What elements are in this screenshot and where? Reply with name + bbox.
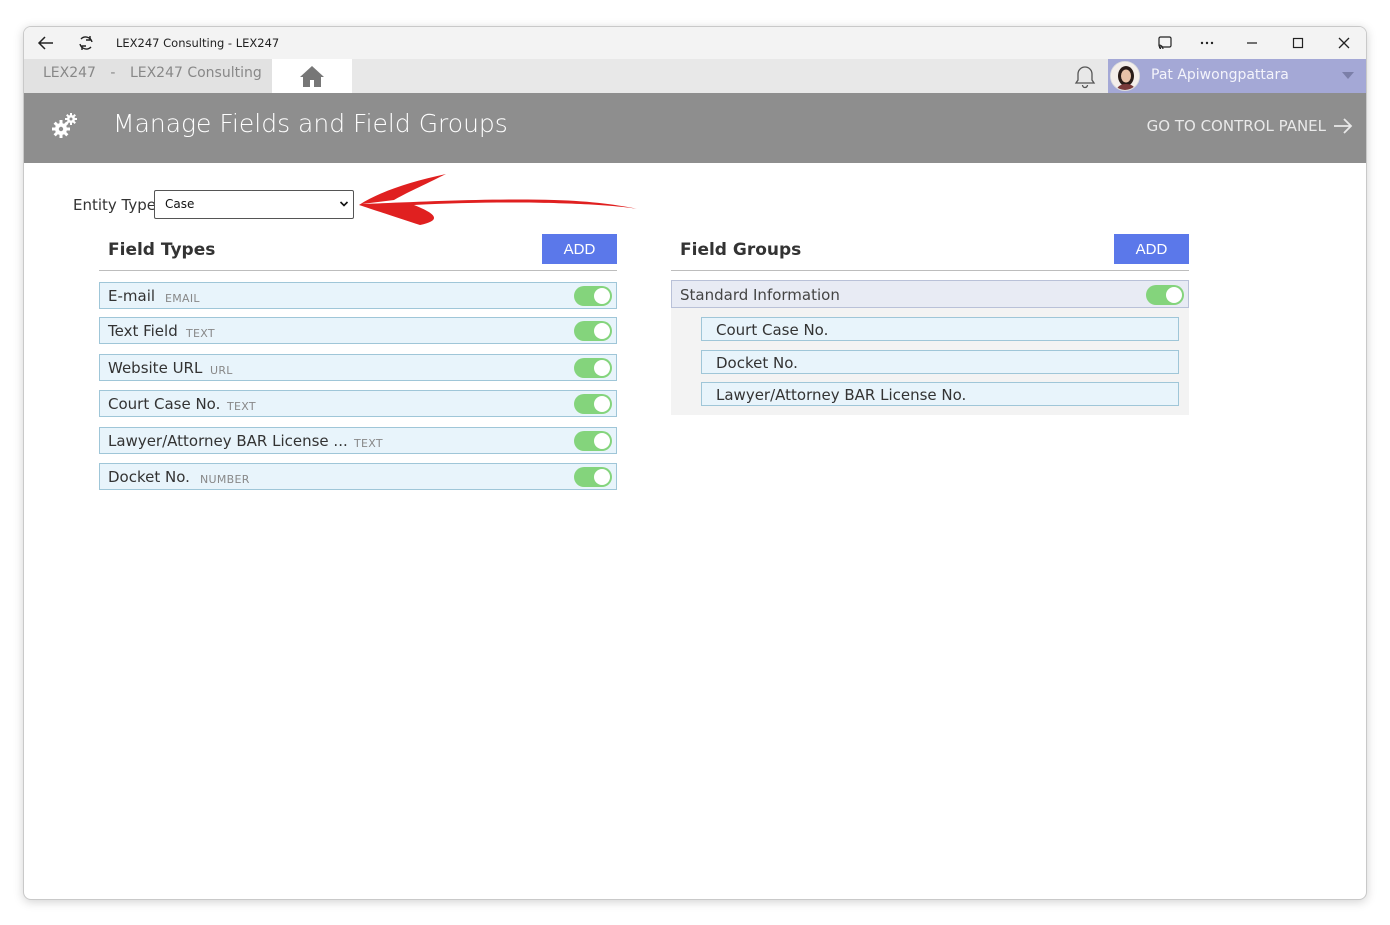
field-group-card: Standard Information Court Case No. Dock… [671, 280, 1189, 415]
field-type-toggle[interactable] [574, 467, 612, 487]
field-group-toggle[interactable] [1146, 285, 1184, 305]
nav-bar: LEX247 - LEX247 Consulting Pat Apiwongpa… [24, 59, 1366, 93]
bell-icon[interactable] [1072, 64, 1098, 90]
go-to-control-panel-link[interactable]: GO TO CONTROL PANEL [1147, 116, 1354, 136]
toggle-knob [594, 469, 610, 485]
field-type-name: Court Case No. [108, 395, 221, 413]
back-arrow-icon[interactable] [36, 33, 56, 53]
breadcrumb-org[interactable]: LEX247 Consulting [130, 65, 262, 81]
page-header: Manage Fields and Field Groups GO TO CON… [24, 93, 1366, 163]
home-icon [300, 66, 324, 87]
breadcrumb-app[interactable]: LEX247 [43, 65, 96, 81]
field-type-row[interactable]: Lawyer/Attorney BAR License ... TEXT [99, 427, 617, 454]
go-to-control-panel-label: GO TO CONTROL PANEL [1146, 117, 1326, 135]
page-title: Manage Fields and Field Groups [113, 109, 508, 138]
field-type-kind: NUMBER [200, 473, 250, 486]
entity-type-value: Case [165, 197, 195, 211]
toggle-knob [594, 360, 610, 376]
field-type-toggle[interactable] [574, 431, 612, 451]
field-type-kind: TEXT [227, 400, 256, 413]
app-window: LEX247 Consulting - LEX247 LEX247 - LEX2… [23, 26, 1367, 900]
field-group-header[interactable]: Standard Information [671, 280, 1189, 308]
more-options-icon[interactable] [1196, 33, 1218, 53]
field-type-row[interactable]: Docket No. NUMBER [99, 463, 617, 490]
field-type-toggle[interactable] [574, 321, 612, 341]
field-type-toggle[interactable] [574, 394, 612, 414]
breadcrumb-separator: - [110, 65, 116, 81]
field-type-name: E-mail [108, 287, 156, 305]
annotation-arrow-icon [359, 174, 638, 225]
chevron-down-icon [339, 201, 349, 207]
toggle-knob [594, 288, 610, 304]
arrow-right-icon [1334, 118, 1353, 134]
entity-type-select[interactable]: Case [154, 190, 354, 219]
gears-icon [50, 111, 80, 141]
field-type-name: Website URL [108, 359, 203, 377]
close-icon[interactable] [1333, 33, 1355, 53]
breadcrumb: LEX247 - LEX247 Consulting [24, 59, 272, 93]
toggle-knob [594, 396, 610, 412]
refresh-icon[interactable] [76, 33, 96, 53]
maximize-icon[interactable] [1287, 33, 1309, 53]
field-group-item-label: Docket No. [716, 354, 798, 372]
field-group-item[interactable]: Court Case No. [701, 317, 1179, 341]
field-types-title: Field Types [108, 240, 216, 260]
field-group-item[interactable]: Lawyer/Attorney BAR License No. [701, 382, 1179, 406]
field-type-toggle[interactable] [574, 358, 612, 378]
field-type-kind: TEXT [354, 437, 383, 450]
toggle-knob [1166, 287, 1182, 303]
field-type-row[interactable]: Website URL URL [99, 354, 617, 381]
field-type-toggle[interactable] [574, 286, 612, 306]
field-type-name: Lawyer/Attorney BAR License ... [108, 432, 348, 450]
entity-type-label: Entity Type [73, 196, 157, 214]
divider [671, 270, 1189, 271]
add-field-group-button[interactable]: ADD [1114, 234, 1189, 264]
add-field-type-button[interactable]: ADD [542, 234, 617, 264]
field-type-row[interactable]: Text Field TEXT [99, 317, 617, 344]
field-groups-title: Field Groups [680, 240, 802, 260]
field-type-kind: URL [210, 364, 233, 377]
field-group-item[interactable]: Docket No. [701, 350, 1179, 374]
field-group-item-label: Court Case No. [716, 321, 829, 339]
divider [99, 270, 617, 271]
cast-icon[interactable] [1154, 33, 1176, 53]
toggle-knob [594, 323, 610, 339]
field-type-kind: TEXT [186, 327, 215, 340]
chevron-down-icon [1342, 72, 1354, 79]
field-group-name: Standard Information [680, 286, 840, 304]
title-bar: LEX247 Consulting - LEX247 [24, 27, 1366, 59]
minimize-icon[interactable] [1241, 33, 1263, 53]
field-type-kind: EMAIL [165, 292, 200, 305]
field-type-row[interactable]: E-mail EMAIL [99, 282, 617, 309]
user-name: Pat Apiwongpattara [1151, 67, 1289, 83]
field-type-name: Docket No. [108, 468, 190, 486]
window-title: LEX247 Consulting - LEX247 [116, 36, 280, 50]
field-type-name: Text Field [108, 322, 178, 340]
field-group-item-label: Lawyer/Attorney BAR License No. [716, 386, 967, 404]
field-type-row[interactable]: Court Case No. TEXT [99, 390, 617, 417]
toggle-knob [594, 433, 610, 449]
avatar [1110, 61, 1140, 91]
user-menu[interactable]: Pat Apiwongpattara [1108, 59, 1366, 93]
home-tab[interactable] [272, 59, 352, 93]
